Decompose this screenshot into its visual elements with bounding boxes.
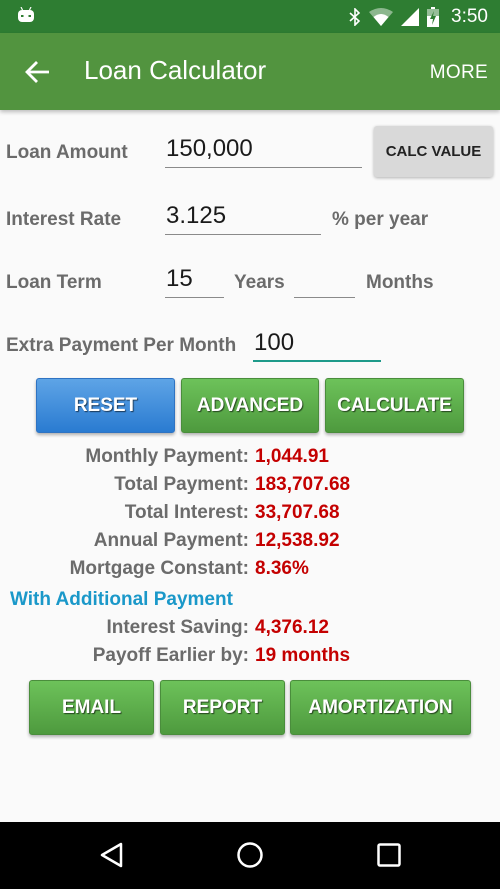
clock: 3:50 (451, 6, 488, 27)
result-label: Interest Saving: (106, 617, 249, 638)
interest-rate-input[interactable]: 3.125 (165, 201, 321, 235)
back-nav-icon[interactable] (97, 840, 127, 870)
email-button[interactable]: EMAIL (29, 680, 154, 735)
result-label: Total Interest: (124, 502, 249, 523)
result-value: 1,044.91 (255, 446, 329, 467)
result-label: Annual Payment: (93, 530, 249, 551)
result-row-interest-saving: Interest Saving: 4,376.12 (0, 617, 500, 645)
result-row-monthly-payment: Monthly Payment: 1,044.91 (0, 446, 500, 474)
app-bar: Loan Calculator MORE (0, 33, 500, 110)
result-value: 12,538.92 (255, 530, 340, 551)
calculate-button[interactable]: CALCULATE (325, 378, 464, 433)
recents-nav-icon[interactable] (374, 840, 404, 870)
wifi-icon (369, 8, 394, 26)
interest-rate-unit: % per year (332, 209, 429, 230)
loan-amount-label: Loan Amount (6, 142, 128, 163)
years-unit-label: Years (234, 272, 285, 293)
result-value: 4,376.12 (255, 617, 329, 638)
loan-amount-input[interactable]: 150,000 (165, 134, 362, 168)
result-value: 183,707.68 (255, 474, 351, 495)
status-bar: 3:50 (0, 0, 500, 33)
home-nav-icon[interactable] (235, 840, 265, 870)
result-value: 8.36% (255, 558, 309, 579)
result-row-payoff-earlier: Payoff Earlier by: 19 months (0, 645, 500, 673)
report-button[interactable]: REPORT (160, 680, 285, 735)
advanced-button[interactable]: ADVANCED (181, 378, 319, 433)
loan-term-years-input[interactable]: 15 (165, 264, 224, 298)
cell-signal-icon (401, 8, 420, 26)
result-label: Monthly Payment: (85, 446, 249, 467)
result-label: Mortgage Constant: (69, 558, 249, 579)
navigation-bar (0, 822, 500, 889)
back-arrow-icon[interactable] (24, 58, 52, 86)
interest-rate-label: Interest Rate (6, 209, 122, 230)
extra-payment-input[interactable]: 100 (253, 328, 381, 362)
bluetooth-icon (349, 8, 361, 26)
android-notification-icon (18, 7, 34, 22)
months-unit-label: Months (366, 272, 434, 293)
result-row-total-interest: Total Interest: 33,707.68 (0, 502, 500, 530)
reset-button[interactable]: RESET (36, 378, 175, 433)
loan-term-months-input[interactable] (294, 264, 355, 298)
result-row-total-payment: Total Payment: 183,707.68 (0, 474, 500, 502)
result-value: 19 months (255, 645, 351, 666)
amortization-button[interactable]: AMORTIZATION (290, 680, 471, 735)
result-label: Payoff Earlier by: (92, 645, 249, 666)
result-row-annual-payment: Annual Payment: 12,538.92 (0, 530, 500, 558)
page-title: Loan Calculator (84, 55, 267, 85)
result-row-mortgage-constant: Mortgage Constant: 8.36% (0, 558, 500, 586)
result-label: Total Payment: (114, 474, 249, 495)
loan-term-label: Loan Term (6, 272, 102, 293)
result-value: 33,707.68 (255, 502, 340, 523)
additional-payment-heading: With Additional Payment (10, 589, 233, 610)
extra-payment-label: Extra Payment Per Month (6, 335, 237, 356)
more-button[interactable]: MORE (430, 62, 488, 84)
battery-charging-icon (427, 7, 440, 27)
calc-value-button[interactable]: CALC VALUE (374, 126, 493, 177)
